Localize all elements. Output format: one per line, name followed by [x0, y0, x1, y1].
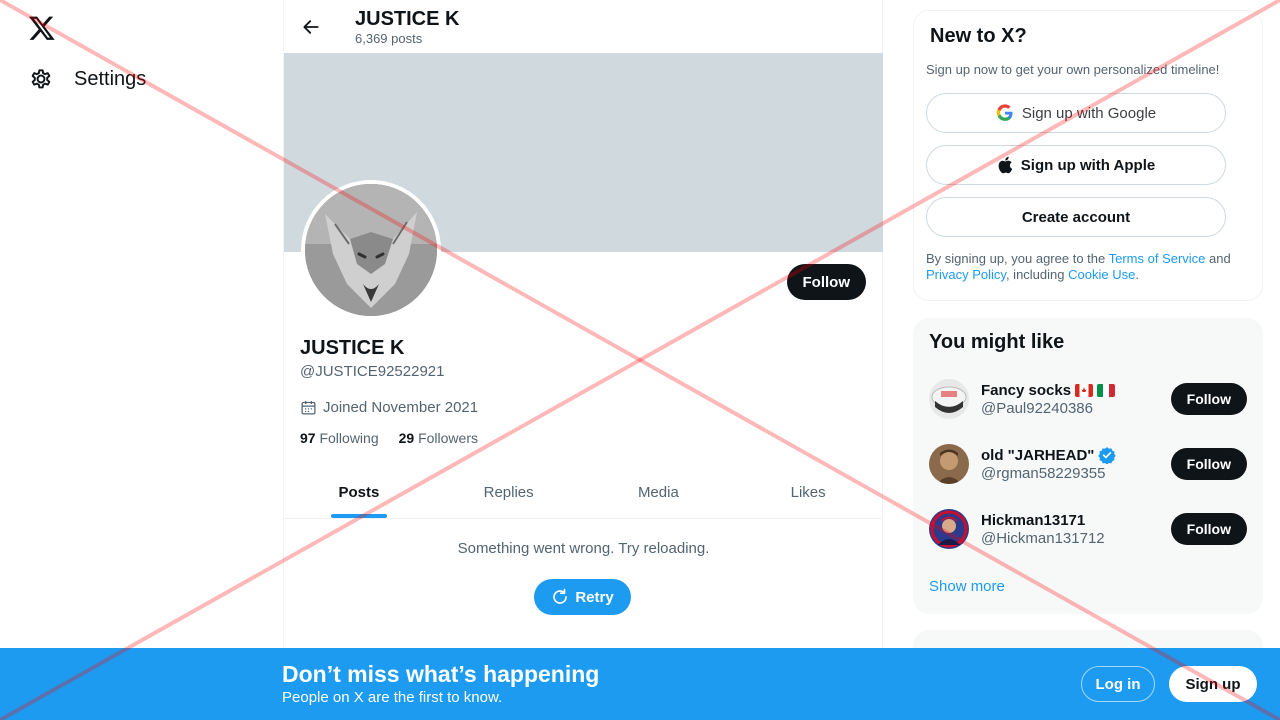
suggestion-follow-button[interactable]: Follow — [1170, 383, 1247, 415]
following-label: Following — [319, 430, 379, 446]
followers-count: 29 — [398, 430, 415, 446]
followers-link[interactable]: 29 Followers — [399, 430, 478, 446]
profile-name: JUSTICE K — [300, 337, 405, 359]
verified-badge-icon — [1098, 446, 1117, 464]
you-might-like-title: You might like — [929, 331, 1065, 353]
joined-date: Joined November 2021 — [300, 399, 478, 416]
legal-prefix: By signing up, you agree to the — [926, 251, 1109, 266]
suggestion-name: old "JARHEAD" — [981, 446, 1095, 464]
google-signup-label: Sign up with Google — [1021, 104, 1157, 122]
back-button[interactable] — [284, 0, 338, 53]
nav-settings-label: Settings — [74, 67, 147, 90]
profile-stats: 97 Following 29 Followers — [300, 430, 478, 446]
refresh-icon — [551, 588, 569, 606]
apple-signup-label: Sign up with Apple — [1020, 156, 1156, 174]
signup-panel: New to X? Sign up now to get your own pe… — [913, 10, 1263, 301]
legal-and: and — [1205, 251, 1231, 266]
x-logo-icon[interactable] — [28, 14, 56, 42]
tab-posts[interactable]: Posts — [284, 466, 434, 518]
gear-icon — [28, 66, 54, 92]
bottom-signup-bar: Don’t miss what’s happening People on X … — [0, 648, 1280, 720]
retry-button[interactable]: Retry — [534, 579, 631, 615]
arrow-left-icon — [301, 17, 321, 37]
following-count: 97 — [300, 430, 316, 446]
legal-including: , including — [1005, 267, 1069, 282]
follow-button[interactable]: Follow — [786, 264, 866, 300]
terms-link[interactable]: Terms of Service — [1109, 251, 1206, 266]
tab-media[interactable]: Media — [584, 466, 734, 518]
retry-label: Retry — [575, 588, 614, 606]
apple-icon — [997, 156, 1013, 174]
login-button[interactable]: Log in — [1081, 666, 1155, 702]
suggestion-avatar[interactable] — [929, 509, 969, 549]
joined-text: Joined November 2021 — [323, 399, 479, 416]
followers-label: Followers — [418, 430, 478, 446]
show-more-link[interactable]: Show more — [929, 578, 1005, 595]
profile-tabs: Posts Replies Media Likes — [284, 466, 883, 519]
bottom-bar-title: Don’t miss what’s happening — [282, 661, 600, 687]
google-signup-button[interactable]: Sign up with Google — [926, 93, 1226, 133]
suggestion-avatar[interactable] — [929, 379, 969, 419]
tab-replies[interactable]: Replies — [434, 466, 584, 518]
signup-legal-text: By signing up, you agree to the Terms of… — [926, 251, 1250, 283]
nav-settings[interactable]: Settings — [28, 66, 146, 92]
header-title: JUSTICE K — [355, 7, 460, 30]
you-might-like-panel: You might like Fancy socks @Paul92240386… — [913, 318, 1263, 614]
calendar-icon — [300, 399, 317, 416]
profile-header: JUSTICE K 6,369 posts — [284, 0, 882, 53]
google-icon — [996, 104, 1014, 122]
suggestion-name: Hickman13171 — [981, 511, 1086, 529]
suggestion-follow-button[interactable]: Follow — [1170, 448, 1247, 480]
suggestion-handle: @Paul92240386 — [981, 399, 1093, 417]
signup-title: New to X? — [930, 25, 1027, 47]
profile-avatar[interactable] — [301, 180, 441, 320]
following-link[interactable]: 97 Following — [300, 430, 379, 446]
suggestion-name: Fancy socks — [981, 381, 1072, 399]
apple-signup-button[interactable]: Sign up with Apple — [926, 145, 1226, 185]
canada-flag-icon — [1075, 383, 1094, 397]
feed-error-message: Something went wrong. Try reloading. — [457, 540, 710, 557]
main-column: JUSTICE K 6,369 posts Follow JUSTICE K @… — [283, 0, 883, 720]
legal-period: . — [1135, 267, 1139, 282]
signup-subtitle: Sign up now to get your own personalized… — [926, 62, 1220, 77]
suggestion-follow-button[interactable]: Follow — [1170, 513, 1247, 545]
privacy-link[interactable]: Privacy Policy — [926, 267, 1006, 282]
suggestion-avatar[interactable] — [929, 444, 969, 484]
create-account-button[interactable]: Create account — [926, 197, 1226, 237]
signup-button[interactable]: Sign up — [1169, 666, 1257, 702]
suggestion-item[interactable]: Fancy socks @Paul92240386 Follow — [929, 377, 1247, 421]
suggestion-item[interactable]: Hickman13171 @Hickman131712 Follow — [929, 507, 1247, 551]
posts-count: 6,369 posts — [355, 30, 423, 46]
italy-flag-icon — [1097, 383, 1116, 397]
bottom-bar-subtitle: People on X are the first to know. — [282, 689, 503, 706]
suggestion-item[interactable]: old "JARHEAD" @rgman58229355 Follow — [929, 442, 1247, 486]
suggestion-handle: @rgman58229355 — [981, 465, 1106, 482]
profile-handle: @JUSTICE92522921 — [300, 363, 445, 380]
tab-likes[interactable]: Likes — [733, 466, 883, 518]
suggestion-handle: @Hickman131712 — [981, 529, 1105, 547]
cookie-link[interactable]: Cookie Use — [1068, 267, 1135, 282]
